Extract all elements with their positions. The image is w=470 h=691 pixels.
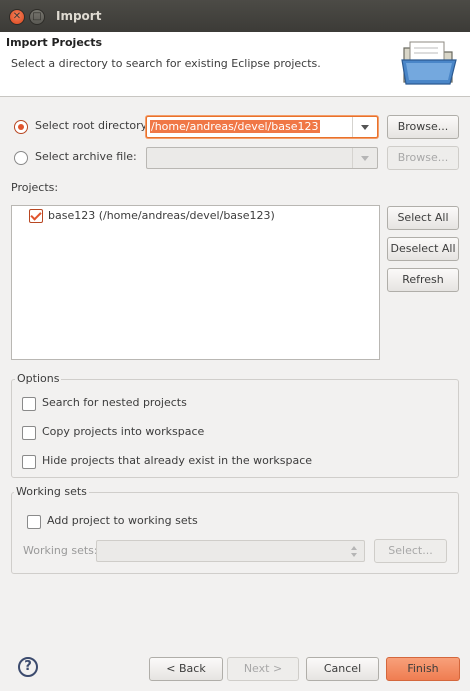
hide-existing-label: Hide projects that already exist in the …	[42, 454, 313, 467]
archive-file-label: Select archive file:	[35, 150, 137, 163]
hide-existing-checkbox[interactable]	[22, 455, 36, 469]
browse-root-button[interactable]: Browse...	[387, 115, 459, 139]
close-window-button[interactable]: ✕	[9, 9, 25, 25]
root-directory-radio[interactable]	[14, 120, 28, 134]
next-button[interactable]: Next >	[227, 657, 299, 681]
add-working-sets-checkbox[interactable]	[27, 515, 41, 529]
browse-archive-button[interactable]: Browse...	[387, 146, 459, 170]
refresh-button[interactable]: Refresh	[387, 268, 459, 292]
projects-list[interactable]: base123 (/home/andreas/devel/base123)	[11, 205, 380, 360]
back-button[interactable]: < Back	[149, 657, 223, 681]
nested-projects-label: Search for nested projects	[42, 396, 187, 409]
wizard-banner: Import Projects Select a directory to se…	[0, 32, 470, 97]
deselect-all-button[interactable]: Deselect All	[387, 237, 459, 261]
window-title: Import	[56, 9, 102, 23]
help-icon[interactable]: ?	[18, 657, 38, 677]
working-sets-combo[interactable]	[96, 540, 365, 562]
add-working-sets-label: Add project to working sets	[47, 514, 198, 527]
archive-file-radio[interactable]	[14, 151, 28, 165]
close-icon: ✕	[12, 11, 22, 22]
options-title: Options	[15, 372, 62, 385]
working-sets-field-label: Working sets:	[23, 544, 98, 557]
root-directory-value: /home/andreas/devel/base123	[150, 120, 320, 133]
project-label: base123 (/home/andreas/devel/base123)	[48, 209, 275, 222]
wizard-heading: Import Projects	[6, 36, 103, 49]
wizard-description: Select a directory to search for existin…	[11, 57, 321, 70]
project-checkbox[interactable]	[29, 209, 43, 223]
copy-projects-checkbox[interactable]	[22, 426, 36, 440]
root-directory-label: Select root directory:	[35, 119, 151, 132]
root-directory-combo[interactable]: /home/andreas/devel/base123	[146, 116, 378, 138]
chevron-down-icon[interactable]	[352, 148, 377, 168]
maximize-icon: □	[32, 11, 42, 22]
select-all-button[interactable]: Select All	[387, 206, 459, 230]
spin-up-icon	[351, 546, 357, 550]
working-sets-title: Working sets	[14, 485, 89, 498]
chevron-down-icon[interactable]	[352, 117, 377, 137]
folder-icon	[401, 41, 457, 85]
archive-file-combo[interactable]	[146, 147, 378, 169]
spin-down-icon	[351, 553, 357, 557]
nested-projects-checkbox[interactable]	[22, 397, 36, 411]
projects-label: Projects:	[11, 181, 59, 194]
cancel-button[interactable]: Cancel	[306, 657, 379, 681]
list-item[interactable]: base123 (/home/andreas/devel/base123)	[12, 206, 379, 226]
maximize-window-button[interactable]: □	[29, 9, 45, 25]
finish-button[interactable]: Finish	[386, 657, 460, 681]
select-working-sets-button[interactable]: Select...	[374, 539, 447, 563]
copy-projects-label: Copy projects into workspace	[42, 425, 205, 438]
title-bar: ✕ □ Import	[0, 0, 470, 32]
